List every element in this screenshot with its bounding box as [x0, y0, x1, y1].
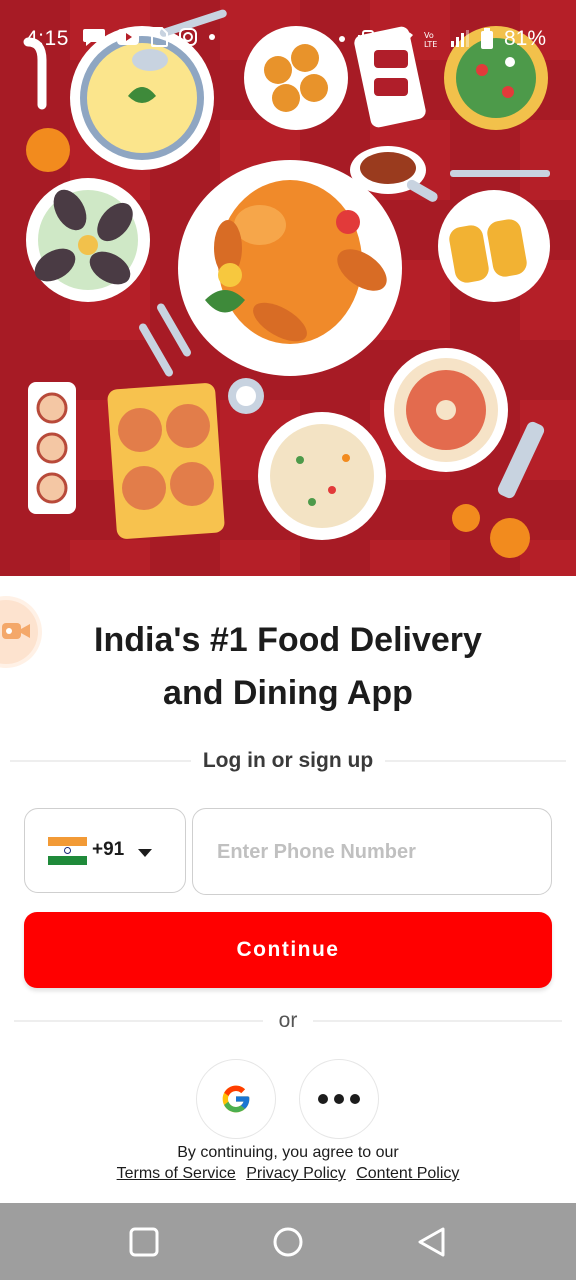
- login-divider: Log in or sign up: [10, 746, 566, 776]
- phone-number-input[interactable]: [215, 833, 539, 871]
- caret-down-icon: [138, 849, 152, 857]
- volte-icon: VoLTE: [424, 31, 437, 49]
- divider-line: [313, 1020, 562, 1022]
- back-triangle-icon[interactable]: [414, 1224, 450, 1260]
- continue-button[interactable]: Continue: [24, 912, 552, 988]
- terms-notice: By continuing, you agree to our Terms of…: [0, 1142, 576, 1184]
- youtube-icon: [117, 29, 139, 45]
- food-table-illustration: [0, 0, 576, 576]
- system-nav-bar: [0, 1203, 576, 1280]
- content-policy-link[interactable]: Content Policy: [356, 1165, 459, 1182]
- country-code-selector[interactable]: +91: [24, 808, 186, 893]
- status-bar: 4:15 Vo LTE 81%: [0, 0, 576, 78]
- google-login-button[interactable]: [196, 1059, 276, 1139]
- home-circle-icon[interactable]: [270, 1224, 306, 1260]
- battery-icon: [480, 28, 493, 49]
- vibrate-icon: [357, 30, 378, 48]
- country-code-label: +91: [92, 839, 125, 860]
- status-time: 4:15: [26, 27, 69, 50]
- google-logo-icon: [222, 1085, 250, 1113]
- headline-line-2: and Dining App: [163, 674, 413, 712]
- privacy-policy-link[interactable]: Privacy Policy: [246, 1165, 346, 1182]
- sim-icon: [151, 27, 168, 47]
- hero-illustration: [0, 0, 576, 576]
- page-title: India's #1 Food Delivery and Dining App: [0, 614, 576, 720]
- terms-of-service-link[interactable]: Terms of Service: [117, 1165, 236, 1182]
- recents-square-icon[interactable]: [126, 1224, 162, 1260]
- phone-number-field[interactable]: [192, 808, 552, 895]
- headline-line-1: India's #1 Food Delivery: [94, 621, 482, 659]
- signal-icon: [450, 30, 469, 47]
- terms-links: Terms of Service Privacy Policy Content …: [0, 1163, 576, 1184]
- more-login-options-button[interactable]: [299, 1059, 379, 1139]
- divider-line: [385, 760, 566, 762]
- chat-bubble-icon: [83, 29, 105, 46]
- or-label: or: [278, 1009, 298, 1032]
- india-flag-icon: [48, 837, 87, 865]
- battery-percentage: 81%: [503, 27, 546, 50]
- divider-line: [14, 1020, 263, 1022]
- system-icons: Vo LTE 81%: [338, 27, 546, 51]
- wifi-icon: [390, 30, 413, 47]
- or-divider: or: [14, 1006, 562, 1036]
- divider-line: [10, 760, 191, 762]
- svg-text:LTE: LTE: [424, 40, 437, 49]
- svg-text:Vo: Vo: [424, 31, 434, 40]
- login-signup-label: Log in or sign up: [202, 749, 374, 772]
- notification-icons: [82, 27, 216, 47]
- terms-intro: By continuing, you agree to our: [177, 1144, 399, 1161]
- instagram-icon: [179, 28, 197, 46]
- more-options-icon: [318, 1094, 360, 1104]
- dot-icon: [338, 36, 345, 42]
- dot-icon: [209, 34, 215, 40]
